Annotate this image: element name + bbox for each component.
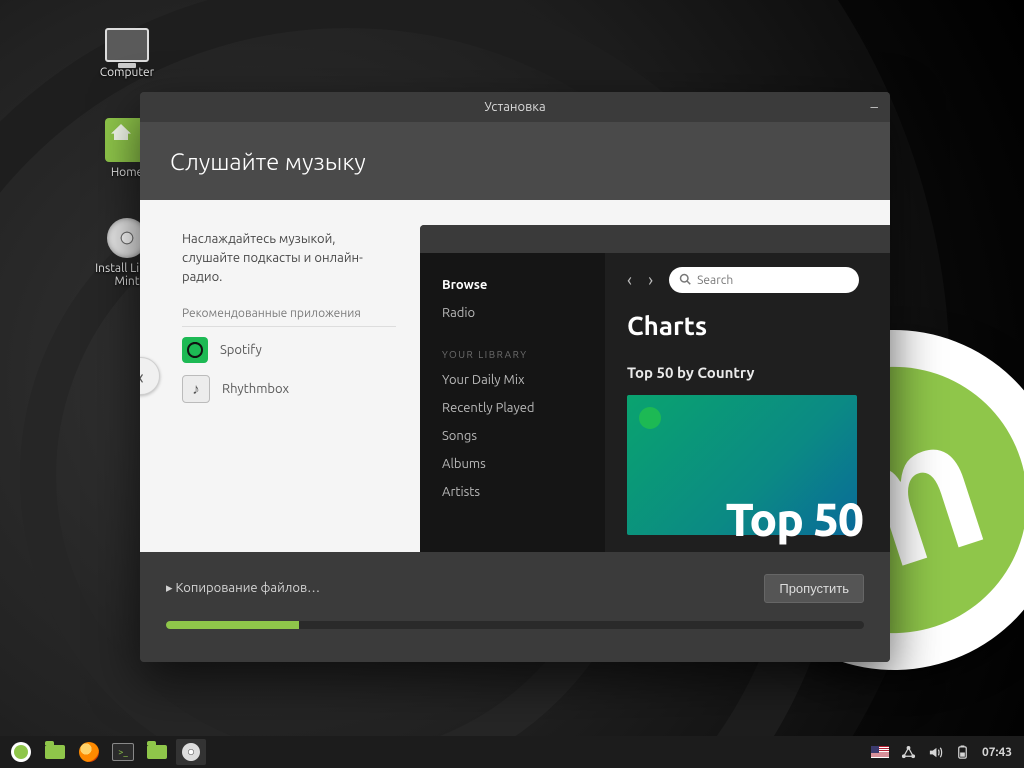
keyboard-layout-icon[interactable]	[871, 746, 889, 758]
slide-heading-text: Слушайте музыку	[170, 148, 366, 175]
system-tray: 07:43	[871, 745, 1018, 760]
taskbar-files[interactable]	[40, 739, 70, 765]
install-progress	[166, 621, 864, 629]
skip-button[interactable]: Пропустить	[764, 574, 864, 603]
spotify-sidebar: Browse Radio YOUR LIBRARY Your Daily Mix…	[420, 253, 605, 552]
sidebar-item: Your Daily Mix	[442, 366, 605, 394]
recommended-apps-label: Рекомендованные приложения	[182, 307, 396, 327]
battery-icon[interactable]	[955, 745, 970, 760]
sidebar-item: Recently Played	[442, 394, 605, 422]
sidebar-library-header: YOUR LIBRARY	[442, 349, 605, 360]
playlist-cover: Top 50	[627, 395, 857, 535]
app-name: Spotify	[220, 343, 262, 357]
minimize-button[interactable]: –	[871, 99, 878, 114]
recommended-app-rhythmbox: ♪ Rhythmbox	[182, 375, 396, 403]
start-menu-button[interactable]	[6, 739, 36, 765]
cover-text: Top 50	[726, 493, 863, 545]
taskbar-installer[interactable]	[176, 739, 206, 765]
taskbar-clock[interactable]: 07:43	[982, 746, 1012, 759]
sidebar-item-browse: Browse	[442, 271, 605, 299]
desktop-icon-computer[interactable]: Computer	[82, 28, 172, 79]
install-status[interactable]: Копирование файлов…	[166, 581, 320, 596]
spotify-screenshot: Browse Radio YOUR LIBRARY Your Daily Mix…	[420, 225, 890, 552]
sidebar-item: Albums	[442, 450, 605, 478]
network-icon[interactable]	[901, 745, 916, 760]
installer-footer: Копирование файлов… Пропустить	[140, 552, 890, 662]
spotify-icon	[182, 337, 208, 363]
install-progress-bar	[166, 621, 299, 629]
taskbar: >_ 07:43	[0, 736, 1024, 768]
sidebar-item-radio: Radio	[442, 299, 605, 327]
installer-window: Установка – Слушайте музыку ‹ › Наслажда…	[140, 92, 890, 662]
taskbar-firefox[interactable]	[74, 739, 104, 765]
app-name: Rhythmbox	[222, 382, 289, 396]
sidebar-item: Songs	[442, 422, 605, 450]
volume-icon[interactable]	[928, 745, 943, 760]
spotify-main: ‹ › Search Charts Top 50 by Country	[605, 253, 890, 552]
slide-body: ‹ › Наслаждайтесь музыкой, слушайте подк…	[140, 200, 890, 552]
search-icon	[679, 273, 691, 288]
nav-back-icon: ‹	[627, 270, 632, 290]
slide-intro: Наслаждайтесь музыкой, слушайте подкасты…	[182, 230, 396, 287]
taskbar-files-2[interactable]	[142, 739, 172, 765]
sidebar-item: Artists	[442, 478, 605, 506]
charts-title: Charts	[627, 311, 890, 340]
search-placeholder: Search	[697, 274, 733, 287]
rhythmbox-icon: ♪	[182, 375, 210, 403]
taskbar-terminal[interactable]: >_	[108, 739, 138, 765]
nav-forward-icon: ›	[648, 270, 653, 290]
spotify-badge-icon	[639, 407, 661, 429]
window-title: Установка	[484, 100, 545, 114]
computer-icon	[105, 28, 149, 62]
window-titlebar[interactable]: Установка –	[140, 92, 890, 122]
charts-section-title: Top 50 by Country	[627, 364, 890, 381]
recommended-app-spotify: Spotify	[182, 337, 396, 363]
slide-heading: Слушайте музыку	[140, 122, 890, 200]
slide-text-column: Наслаждайтесь музыкой, слушайте подкасты…	[140, 200, 420, 552]
search-field: Search	[669, 267, 859, 293]
